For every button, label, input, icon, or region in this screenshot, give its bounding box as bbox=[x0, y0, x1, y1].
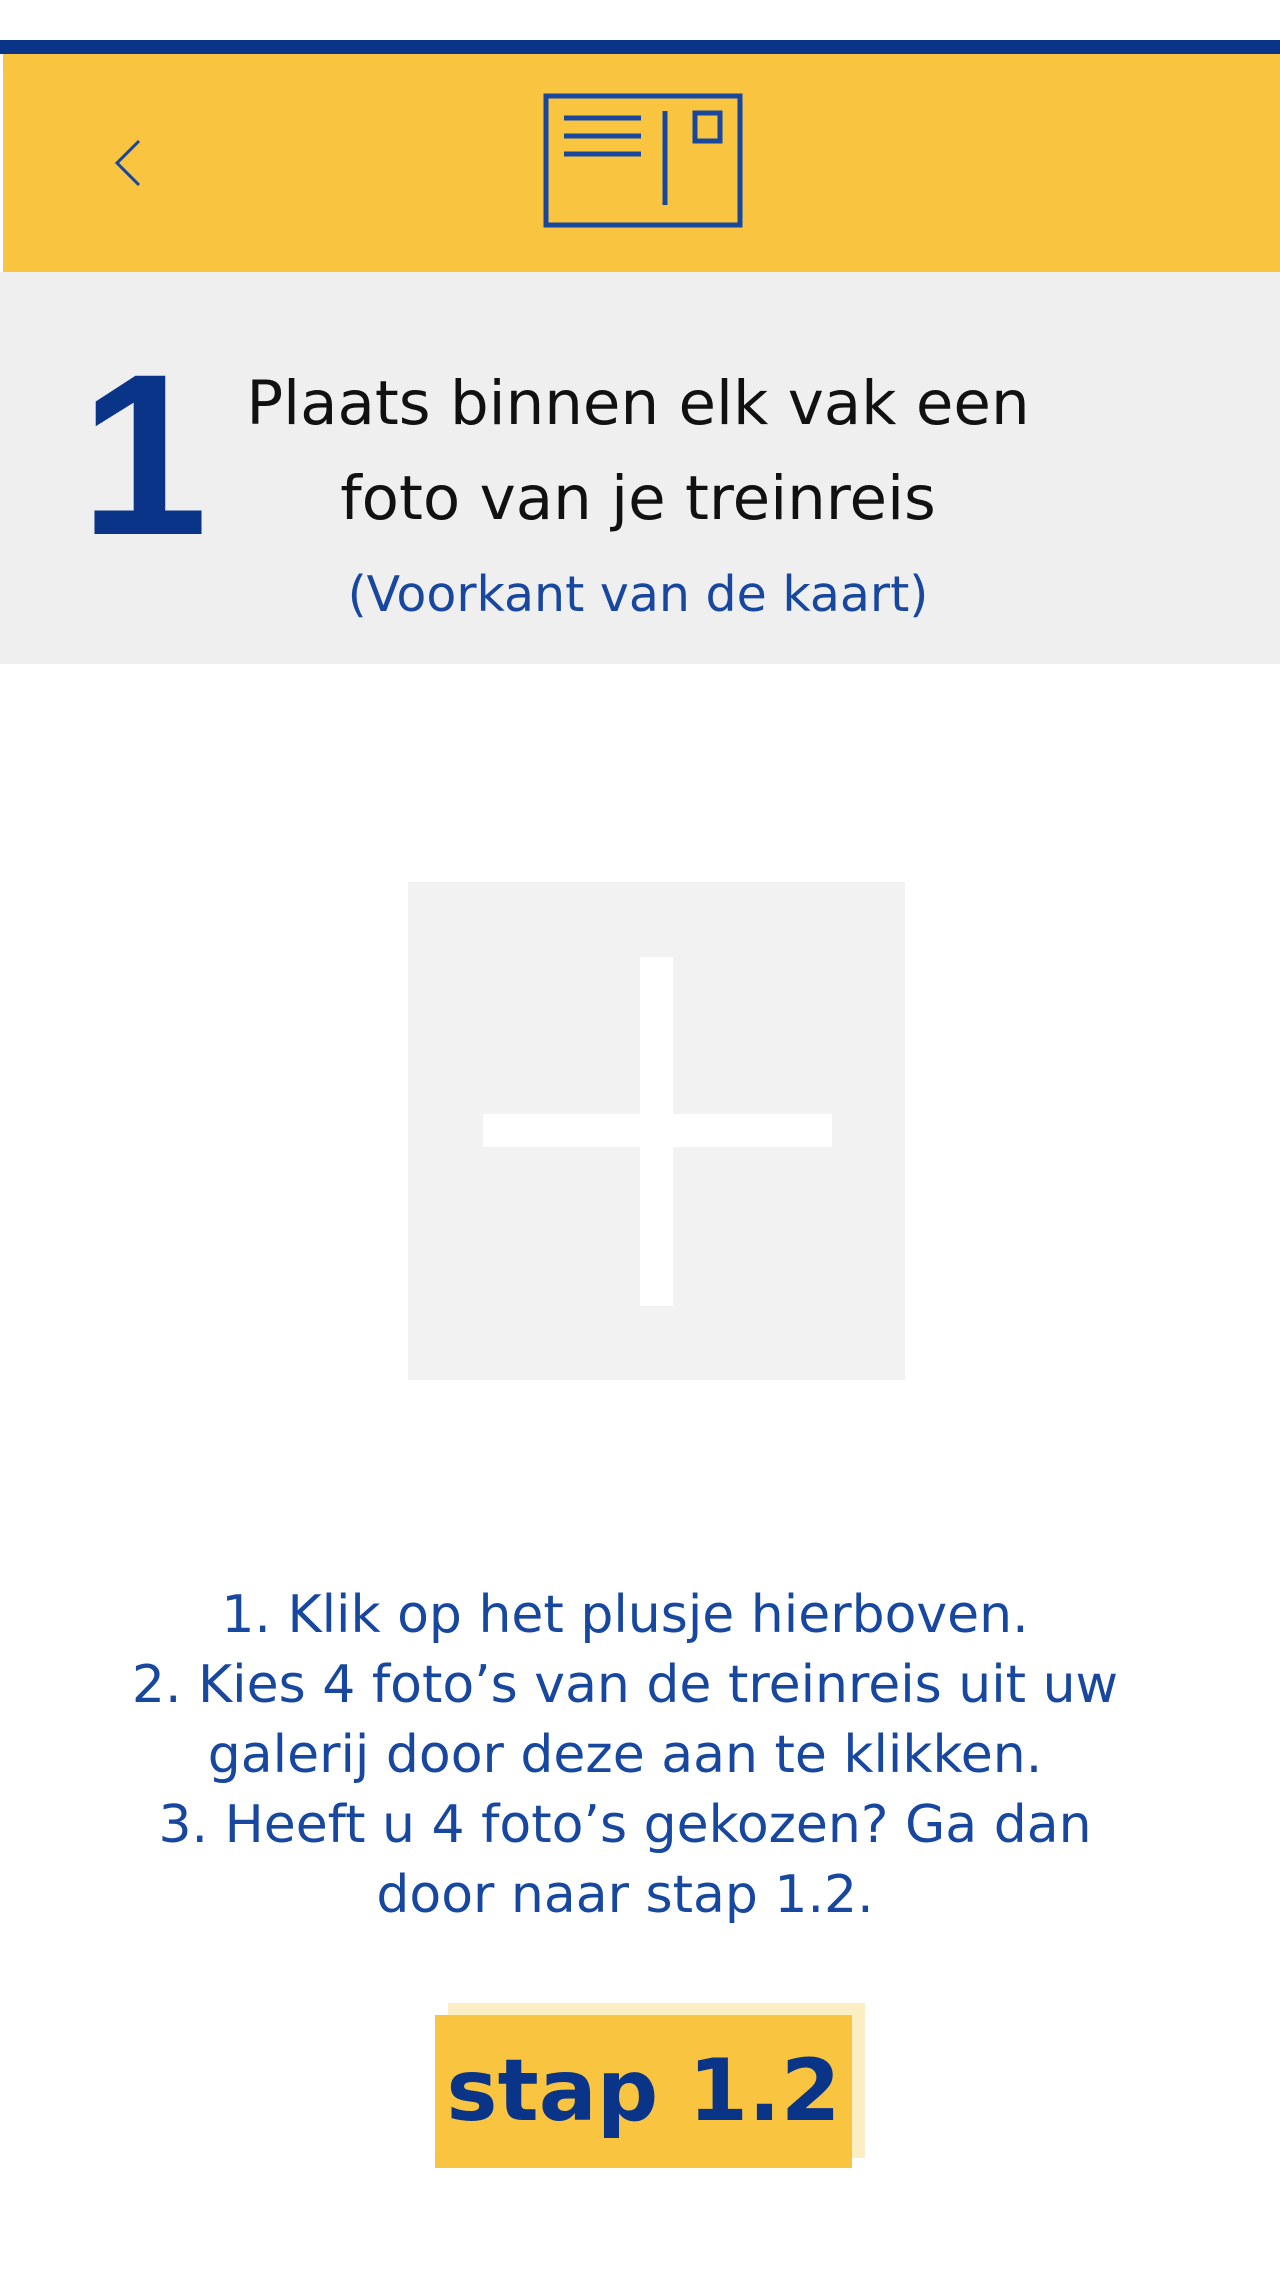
instruction-line: 2. Kies 4 foto’s van de treinreis uit uw bbox=[131, 1655, 1119, 1715]
step-title: Plaats binnen elk vak een foto van je tr… bbox=[180, 356, 1096, 546]
plus-icon-bar bbox=[483, 1114, 832, 1147]
step-title-line-2: foto van je treinreis bbox=[340, 463, 936, 534]
instruction-line: door naar stap 1.2. bbox=[376, 1865, 874, 1925]
next-step-button[interactable]: stap 1.2 bbox=[435, 2015, 852, 2168]
photo-upload-slot[interactable] bbox=[408, 882, 905, 1380]
step-title-line-1: Plaats binnen elk vak een bbox=[246, 368, 1030, 439]
next-step-container: stap 1.2 bbox=[435, 2003, 865, 2168]
postcard-icon bbox=[543, 93, 743, 228]
postcard-logo bbox=[543, 93, 743, 228]
back-button[interactable] bbox=[98, 130, 158, 196]
chevron-left-icon bbox=[114, 139, 141, 187]
instruction-line: galerij door deze aan te klikken. bbox=[207, 1725, 1043, 1785]
instruction-line: 3. Heeft u 4 foto’s gekozen? Ga dan bbox=[158, 1795, 1092, 1855]
instructions: 1. Klik op het plusje hierboven. 2. Kies… bbox=[100, 1580, 1150, 1930]
instruction-line: 1. Klik op het plusje hierboven. bbox=[221, 1585, 1029, 1645]
top-stripe bbox=[0, 40, 1280, 54]
step-subtitle: (Voorkant van de kaart) bbox=[347, 566, 929, 623]
